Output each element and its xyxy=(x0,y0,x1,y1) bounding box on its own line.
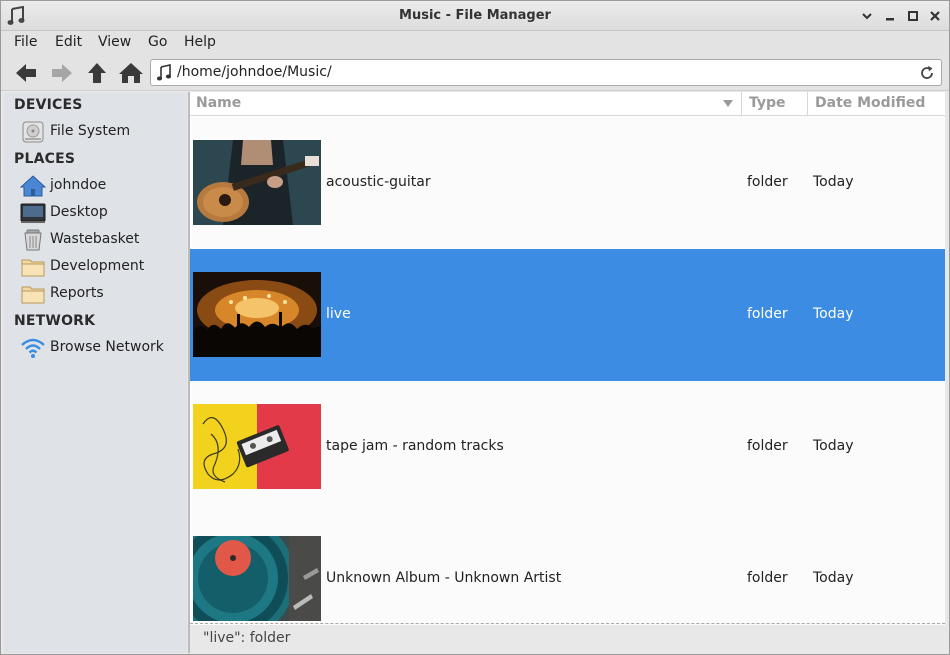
list-item[interactable]: live folder Today xyxy=(190,249,945,381)
location-path[interactable]: /home/johndoe/Music/ xyxy=(177,64,332,80)
sidebar-item-label: Reports xyxy=(50,285,104,301)
sidebar-item-label: Wastebasket xyxy=(50,231,140,247)
file-name: Unknown Album - Unknown Artist xyxy=(326,570,562,586)
close-icon[interactable] xyxy=(928,9,942,23)
sidebar-item-label: johndoe xyxy=(50,177,107,193)
menu-help[interactable]: Help xyxy=(184,34,216,50)
list-bottom-border xyxy=(190,623,945,624)
sort-descending-icon[interactable] xyxy=(723,100,733,108)
sidebar-item-label: File System xyxy=(50,123,131,139)
hard-drive-icon xyxy=(20,121,46,143)
vinyl-photo xyxy=(193,536,321,621)
location-bar[interactable]: /home/johndoe/Music/ xyxy=(150,59,942,86)
list-item[interactable]: acoustic-guitar folder Today xyxy=(190,117,945,249)
sidebar-item-wastebasket[interactable]: Wastebasket xyxy=(20,228,187,252)
file-list: Name Type Date Modified acoustic-guitar … xyxy=(190,92,945,625)
file-name: live xyxy=(326,306,351,322)
sidebar-item-file-system[interactable]: File System xyxy=(20,120,187,144)
list-item[interactable]: Unknown Album - Unknown Artist folder To… xyxy=(190,513,945,625)
sidebar-item-label: Development xyxy=(50,258,145,274)
menu-view[interactable]: View xyxy=(98,34,131,50)
sidebar-item-desktop[interactable]: Desktop xyxy=(20,201,187,225)
list-header: Name Type Date Modified xyxy=(190,92,945,116)
file-date-modified: Today xyxy=(813,174,854,190)
sidebar-heading-network: NETWORK xyxy=(14,313,96,329)
arrow-right-icon xyxy=(52,64,72,82)
menu-file[interactable]: File xyxy=(14,34,37,50)
minimize-icon[interactable] xyxy=(860,9,874,23)
list-item[interactable]: tape jam - random tracks folder Today xyxy=(190,381,945,513)
home-folder-icon xyxy=(19,175,47,197)
file-date-modified: Today xyxy=(813,570,854,586)
sidebar-item-label: Desktop xyxy=(50,204,108,220)
status-bar: "live": folder xyxy=(190,625,949,653)
guitar-photo xyxy=(193,140,321,225)
reload-icon[interactable] xyxy=(919,65,935,81)
concert-photo xyxy=(193,272,321,357)
column-separator[interactable] xyxy=(807,92,808,116)
trash-icon xyxy=(20,229,46,251)
file-type: folder xyxy=(747,570,788,586)
folder-icon xyxy=(20,283,46,305)
sidebar-heading-devices: DEVICES xyxy=(14,97,83,113)
sidebar-item-reports[interactable]: Reports xyxy=(20,282,187,306)
menu-bar: File Edit View Go Help xyxy=(1,31,949,55)
column-header-type[interactable]: Type xyxy=(749,95,786,111)
home-icon xyxy=(119,63,143,83)
back-button[interactable] xyxy=(13,61,39,85)
status-text: "live": folder xyxy=(203,630,291,646)
up-button[interactable] xyxy=(84,61,110,85)
forward-button[interactable] xyxy=(49,61,75,85)
sidebar-item-johndoe[interactable]: johndoe xyxy=(19,174,187,198)
arrow-left-icon xyxy=(16,64,36,82)
sidebar-heading-places: PLACES xyxy=(14,151,76,167)
file-type: folder xyxy=(747,438,788,454)
file-name: tape jam - random tracks xyxy=(326,438,504,454)
file-date-modified: Today xyxy=(813,438,854,454)
file-manager-window: Music - File Manager File Edit View Go H… xyxy=(0,0,950,655)
title-bar[interactable]: Music - File Manager xyxy=(1,1,949,31)
sidebar-item-development[interactable]: Development xyxy=(20,255,187,279)
sidebar: DEVICES File System PLACES johndoe Deskt… xyxy=(4,93,187,653)
cassette-photo xyxy=(193,404,321,489)
desktop-icon xyxy=(20,202,46,224)
home-button[interactable] xyxy=(118,61,144,85)
column-header-date-modified[interactable]: Date Modified xyxy=(815,95,925,111)
maximize-icon[interactable] xyxy=(906,9,920,23)
music-note-icon xyxy=(156,64,172,82)
column-header-name[interactable]: Name xyxy=(196,95,241,111)
sidebar-item-browse-network[interactable]: Browse Network xyxy=(20,336,187,360)
file-name: acoustic-guitar xyxy=(326,174,431,190)
folder-icon xyxy=(20,256,46,278)
wifi-icon xyxy=(20,337,46,359)
sidebar-item-label: Browse Network xyxy=(50,339,164,355)
column-separator[interactable] xyxy=(741,92,742,116)
file-type: folder xyxy=(747,174,788,190)
arrow-up-icon xyxy=(88,63,106,83)
toolbar: /home/johndoe/Music/ xyxy=(1,55,949,91)
menu-go[interactable]: Go xyxy=(148,34,167,50)
window-title: Music - File Manager xyxy=(399,8,551,23)
menu-edit[interactable]: Edit xyxy=(55,34,82,50)
file-date-modified: Today xyxy=(813,306,854,322)
shade-icon[interactable] xyxy=(883,9,897,23)
file-type: folder xyxy=(747,306,788,322)
